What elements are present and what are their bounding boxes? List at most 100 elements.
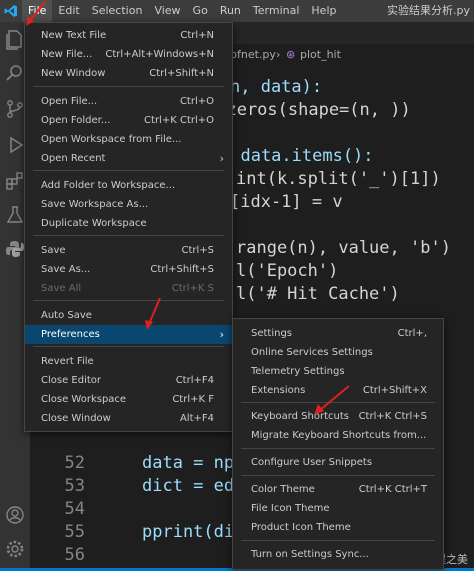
chevron-right-icon: › — [219, 152, 224, 165]
menu-item-label: New Window — [41, 68, 106, 79]
explorer-icon[interactable] — [4, 28, 26, 50]
source-control-icon[interactable] — [4, 98, 26, 120]
menu-item-label: Close Editor — [41, 375, 102, 386]
line-number: 55 — [64, 522, 85, 542]
menu-item-label: Settings — [251, 328, 293, 339]
pref-menu-item-turn-on-settings-sync[interactable]: Turn on Settings Sync... — [233, 545, 443, 564]
run-debug-icon[interactable] — [4, 134, 26, 156]
extensions-icon[interactable] — [4, 170, 26, 192]
code-line: p.zeros(shape=(n, )) — [206, 99, 411, 122]
file-menu-item-save-workspace-as[interactable]: Save Workspace As... — [25, 195, 232, 214]
file-menu-item-auto-save[interactable]: Auto Save — [25, 306, 232, 325]
file-menu-item-close-editor[interactable]: Close Editor Ctrl+F4 — [25, 371, 232, 390]
menu-view[interactable]: View — [148, 0, 186, 22]
menu-item-shortcut: Ctrl+S — [181, 245, 214, 256]
code-line: dict = edi — [142, 476, 245, 496]
code-token: range(n), value, 'b') — [236, 238, 451, 258]
pref-menu-item-telemetry-settings[interactable]: Telemetry Settings — [233, 362, 443, 381]
menu-item-shortcut: Ctrl+Alt+Windows+N — [105, 49, 214, 60]
file-menu-item-preferences[interactable]: Preferences › — [25, 325, 232, 344]
menu-item-label: File Icon Theme — [251, 503, 330, 514]
pref-menu-item-migrate-keyboard-shortcuts-from[interactable]: Migrate Keyboard Shortcuts from... — [233, 426, 443, 445]
code-token: int(k.split('_')[1]) — [236, 169, 441, 189]
menu-item-label: Close Workspace — [41, 394, 127, 405]
menu-item-shortcut: Ctrl+Shift+N — [149, 68, 214, 79]
menu-item-label: Add Folder to Workspace... — [41, 180, 176, 191]
file-menu-item-revert-file[interactable]: Revert File — [25, 352, 232, 371]
pref-menu-item-extensions[interactable]: Extensions Ctrl+Shift+X — [233, 381, 443, 400]
code-line: int(k.split('_')[1]) — [236, 168, 441, 191]
vscode-logo-icon[interactable] — [0, 0, 22, 22]
file-menu-item-save-all[interactable]: Save All Ctrl+K S — [25, 279, 232, 298]
menu-item-shortcut: Ctrl+Shift+S — [150, 264, 214, 275]
menu-separator — [241, 402, 435, 403]
menu-run[interactable]: Run — [214, 0, 247, 22]
menu-selection[interactable]: Selection — [86, 0, 149, 22]
menu-terminal[interactable]: Terminal — [247, 0, 306, 22]
menu-item-label: Color Theme — [251, 484, 315, 495]
line-number: 53 — [64, 476, 85, 496]
search-icon[interactable] — [4, 62, 26, 84]
line-number: 54 — [64, 499, 85, 519]
settings-gear-icon[interactable] — [4, 538, 26, 560]
file-menu-item-save-as[interactable]: Save As... Ctrl+Shift+S — [25, 260, 232, 279]
menu-help[interactable]: Help — [305, 0, 342, 22]
menu-item-label: Open Recent — [41, 153, 106, 164]
menu-item-shortcut: Ctrl+K S — [171, 283, 214, 294]
window-title: 实验结果分析.py — [387, 4, 470, 17]
menu-item-shortcut: Ctrl+K F — [172, 394, 214, 405]
menu-edit[interactable]: Edit — [52, 0, 85, 22]
pref-menu-item-color-theme[interactable]: Color Theme Ctrl+K Ctrl+T — [233, 480, 443, 499]
line-number: 52 — [64, 453, 85, 473]
file-menu-item-close-workspace[interactable]: Close Workspace Ctrl+K F — [25, 390, 232, 409]
menu-item-label: Open Workspace from File... — [41, 134, 182, 145]
file-menu-item-open-file[interactable]: Open File... Ctrl+O — [25, 92, 232, 111]
menu-separator — [33, 235, 224, 236]
file-menu-item-open-folder[interactable]: Open Folder... Ctrl+K Ctrl+O — [25, 111, 232, 130]
file-menu-item-open-workspace-from-file[interactable]: Open Workspace from File... — [25, 130, 232, 149]
file-menu-item-add-folder-to-workspace[interactable]: Add Folder to Workspace... — [25, 176, 232, 195]
code-line: range(n), value, 'b') — [236, 237, 451, 260]
file-menu-item-new-file[interactable]: New File... Ctrl+Alt+Windows+N — [25, 45, 232, 64]
pref-menu-item-file-icon-theme[interactable]: File Icon Theme — [233, 499, 443, 518]
menu-separator — [33, 346, 224, 347]
menu-separator — [241, 540, 435, 541]
python-icon[interactable] — [4, 238, 26, 260]
account-icon[interactable] — [4, 504, 26, 526]
code-line: [idx-1] = v — [230, 191, 343, 214]
code-line: n data.items(): — [220, 145, 374, 168]
file-menu-item-save[interactable]: Save Ctrl+S — [25, 241, 232, 260]
menu-item-label: Duplicate Workspace — [41, 218, 147, 229]
menu-item-label: Configure User Snippets — [251, 457, 373, 468]
menu-item-shortcut: Alt+F4 — [179, 413, 214, 424]
menu-item-label: Auto Save — [41, 310, 92, 321]
code-line: l('# Hit Cache') — [236, 283, 400, 306]
file-menu-item-duplicate-workspace[interactable]: Duplicate Workspace — [25, 214, 232, 233]
breadcrumb-file[interactable]: pfnet.py — [230, 44, 276, 66]
menu-go[interactable]: Go — [187, 0, 214, 22]
menu-separator — [33, 170, 224, 171]
menu-item-label: Online Services Settings — [251, 347, 373, 358]
pref-menu-item-configure-user-snippets[interactable]: Configure User Snippets — [233, 453, 443, 472]
menu-item-label: Revert File — [41, 356, 94, 367]
menu-item-shortcut: Ctrl+Shift+X — [362, 385, 427, 396]
testing-flask-icon[interactable] — [4, 204, 26, 226]
file-menu-item-open-recent[interactable]: Open Recent › — [25, 149, 232, 168]
pref-menu-item-product-icon-theme[interactable]: Product Icon Theme — [233, 518, 443, 537]
pref-menu-item-keyboard-shortcuts[interactable]: Keyboard Shortcuts Ctrl+K Ctrl+S — [233, 407, 443, 426]
menu-item-shortcut: Ctrl+K Ctrl+T — [358, 484, 427, 495]
menu-item-label: Save Workspace As... — [41, 199, 149, 210]
breadcrumb-symbol[interactable]: plot_hit — [300, 44, 341, 66]
menu-item-shortcut: Ctrl+O — [179, 96, 214, 107]
menu-file[interactable]: File — [22, 0, 53, 22]
file-menu-item-new-text-file[interactable]: New Text File Ctrl+N — [25, 26, 232, 45]
pref-menu-item-settings[interactable]: Settings Ctrl+, — [233, 324, 443, 343]
menu-item-label: Keyboard Shortcuts — [251, 411, 349, 422]
symbol-method-icon: ⊛ — [286, 48, 296, 61]
code-line: pprint(dic — [142, 522, 245, 542]
pref-menu-item-online-services-settings[interactable]: Online Services Settings — [233, 343, 443, 362]
file-menu-item-new-window[interactable]: New Window Ctrl+Shift+N — [25, 64, 232, 83]
file-menu-item-close-window[interactable]: Close Window Alt+F4 — [25, 409, 232, 428]
menu-item-label: Save All — [41, 283, 82, 294]
menu-item-shortcut: Ctrl+F4 — [175, 375, 214, 386]
